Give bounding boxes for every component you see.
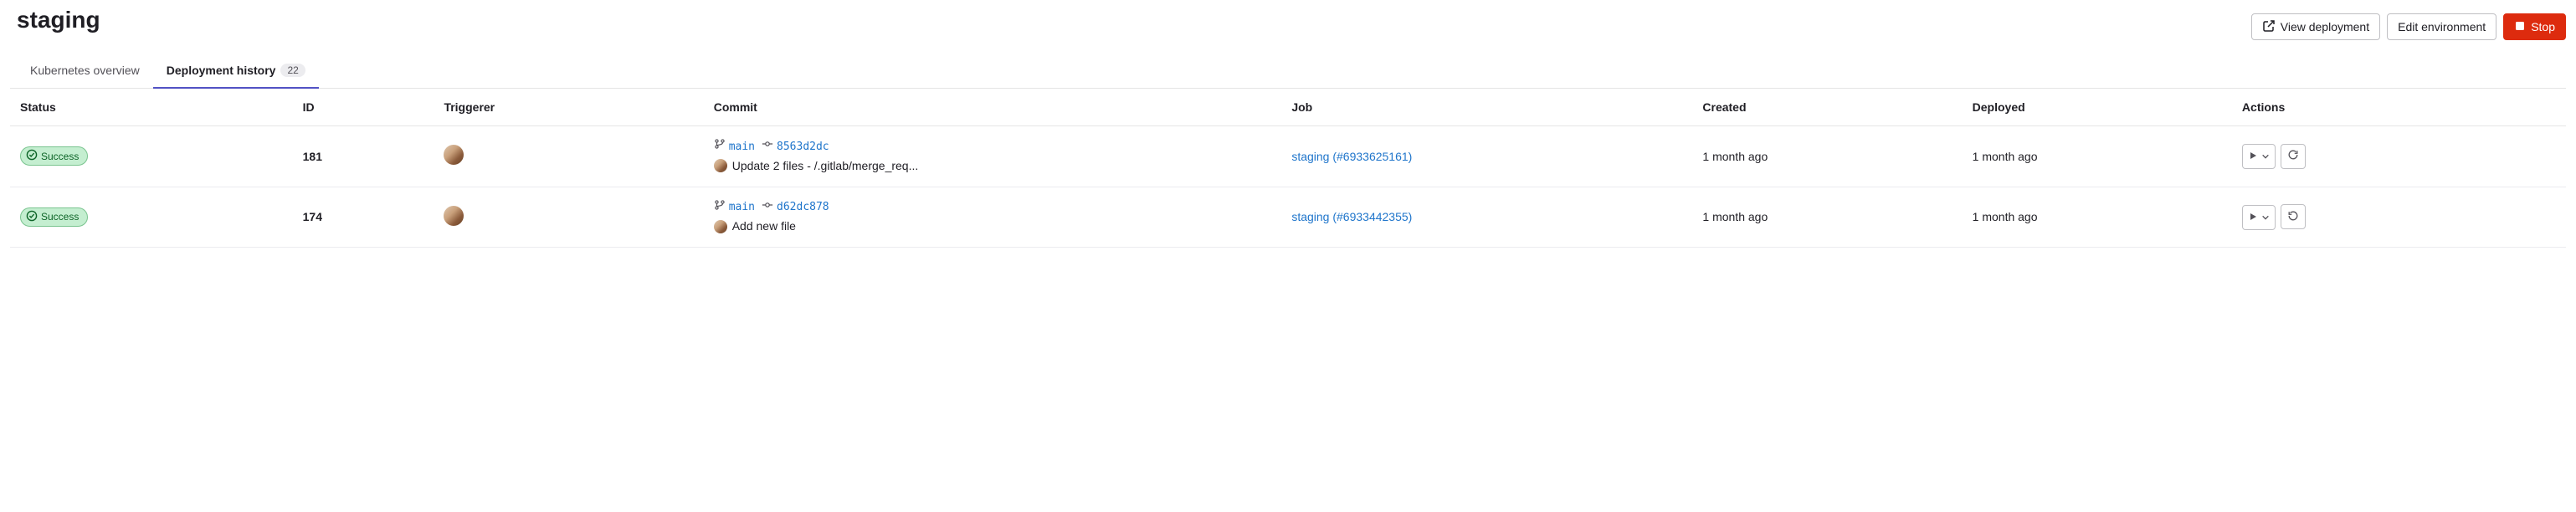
job-link[interactable]: staging (#6933442355) bbox=[1291, 210, 1412, 223]
edit-environment-button[interactable]: Edit environment bbox=[2387, 13, 2496, 40]
deployments-table: Status ID Triggerer Commit Job Created D… bbox=[10, 89, 2566, 248]
triggerer-avatar[interactable] bbox=[444, 145, 464, 165]
author-avatar[interactable] bbox=[714, 220, 727, 233]
commit-cell: main d62dc878 Add new file bbox=[704, 187, 1282, 248]
stop-icon bbox=[2514, 20, 2526, 34]
commit-message: Update 2 files - /.gitlab/merge_req... bbox=[732, 157, 919, 175]
created-time: 1 month ago bbox=[1692, 187, 1962, 248]
table-row: Success 181 main 8563d2dcUpdate 2 files - /… bbox=[10, 126, 2566, 187]
job-link[interactable]: staging (#6933625161) bbox=[1291, 150, 1412, 163]
view-deployment-button[interactable]: View deployment bbox=[2251, 13, 2380, 40]
page-title: staging bbox=[10, 7, 100, 33]
col-actions: Actions bbox=[2232, 89, 2566, 126]
author-avatar[interactable] bbox=[714, 159, 727, 172]
col-commit: Commit bbox=[704, 89, 1282, 126]
tabs: Kubernetes overview Deployment history 2… bbox=[10, 54, 2566, 89]
external-link-icon bbox=[2262, 19, 2276, 35]
commit-sha-link[interactable]: d62dc878 bbox=[777, 199, 829, 216]
triggerer-avatar[interactable] bbox=[444, 206, 464, 226]
header-actions: View deployment Edit environment Stop bbox=[2251, 7, 2566, 40]
status-text: Success bbox=[41, 151, 79, 162]
deployment-id: 174 bbox=[293, 187, 434, 248]
col-created: Created bbox=[1692, 89, 1962, 126]
commit-icon bbox=[762, 199, 773, 217]
branch-icon bbox=[714, 199, 726, 217]
deployed-time: 1 month ago bbox=[1963, 187, 2232, 248]
retry-icon bbox=[2287, 149, 2299, 163]
play-icon bbox=[2248, 150, 2258, 163]
retry-icon bbox=[2287, 210, 2299, 224]
col-status: Status bbox=[10, 89, 293, 126]
chevron-down-icon bbox=[2261, 211, 2270, 224]
commit-message: Add new file bbox=[732, 218, 796, 235]
play-dropdown-button[interactable] bbox=[2242, 205, 2276, 230]
tab-deployment-history[interactable]: Deployment history 22 bbox=[153, 54, 319, 89]
col-id: ID bbox=[293, 89, 434, 126]
success-check-icon bbox=[26, 210, 38, 224]
retry-button[interactable] bbox=[2281, 144, 2306, 169]
tab-kubernetes-overview[interactable]: Kubernetes overview bbox=[17, 54, 153, 89]
play-dropdown-button[interactable] bbox=[2242, 144, 2276, 169]
branch-icon bbox=[714, 138, 726, 156]
branch-link[interactable]: main bbox=[729, 139, 755, 156]
col-job: Job bbox=[1281, 89, 1692, 126]
deployed-time: 1 month ago bbox=[1963, 126, 2232, 187]
status-text: Success bbox=[41, 211, 79, 223]
tab-label: Kubernetes overview bbox=[30, 64, 140, 77]
status-badge[interactable]: Success bbox=[20, 146, 88, 166]
play-icon bbox=[2248, 211, 2258, 224]
col-deployed: Deployed bbox=[1963, 89, 2232, 126]
edit-environment-label: Edit environment bbox=[2398, 20, 2486, 33]
stop-button[interactable]: Stop bbox=[2503, 13, 2566, 40]
retry-button[interactable] bbox=[2281, 204, 2306, 229]
status-badge[interactable]: Success bbox=[20, 207, 88, 227]
success-check-icon bbox=[26, 149, 38, 163]
chevron-down-icon bbox=[2261, 150, 2270, 163]
col-triggerer: Triggerer bbox=[434, 89, 703, 126]
commit-sha-link[interactable]: 8563d2dc bbox=[777, 139, 829, 156]
commit-icon bbox=[762, 138, 773, 156]
created-time: 1 month ago bbox=[1692, 126, 1962, 187]
tab-count-badge: 22 bbox=[280, 64, 305, 77]
table-row: Success 174 main d62dc878 Add new file stagin… bbox=[10, 187, 2566, 248]
tab-label: Deployment history bbox=[167, 64, 276, 77]
deployment-id: 181 bbox=[293, 126, 434, 187]
stop-label: Stop bbox=[2531, 20, 2555, 33]
view-deployment-label: View deployment bbox=[2281, 20, 2369, 33]
commit-cell: main 8563d2dcUpdate 2 files - /.gitlab/me… bbox=[704, 126, 1282, 187]
branch-link[interactable]: main bbox=[729, 199, 755, 216]
